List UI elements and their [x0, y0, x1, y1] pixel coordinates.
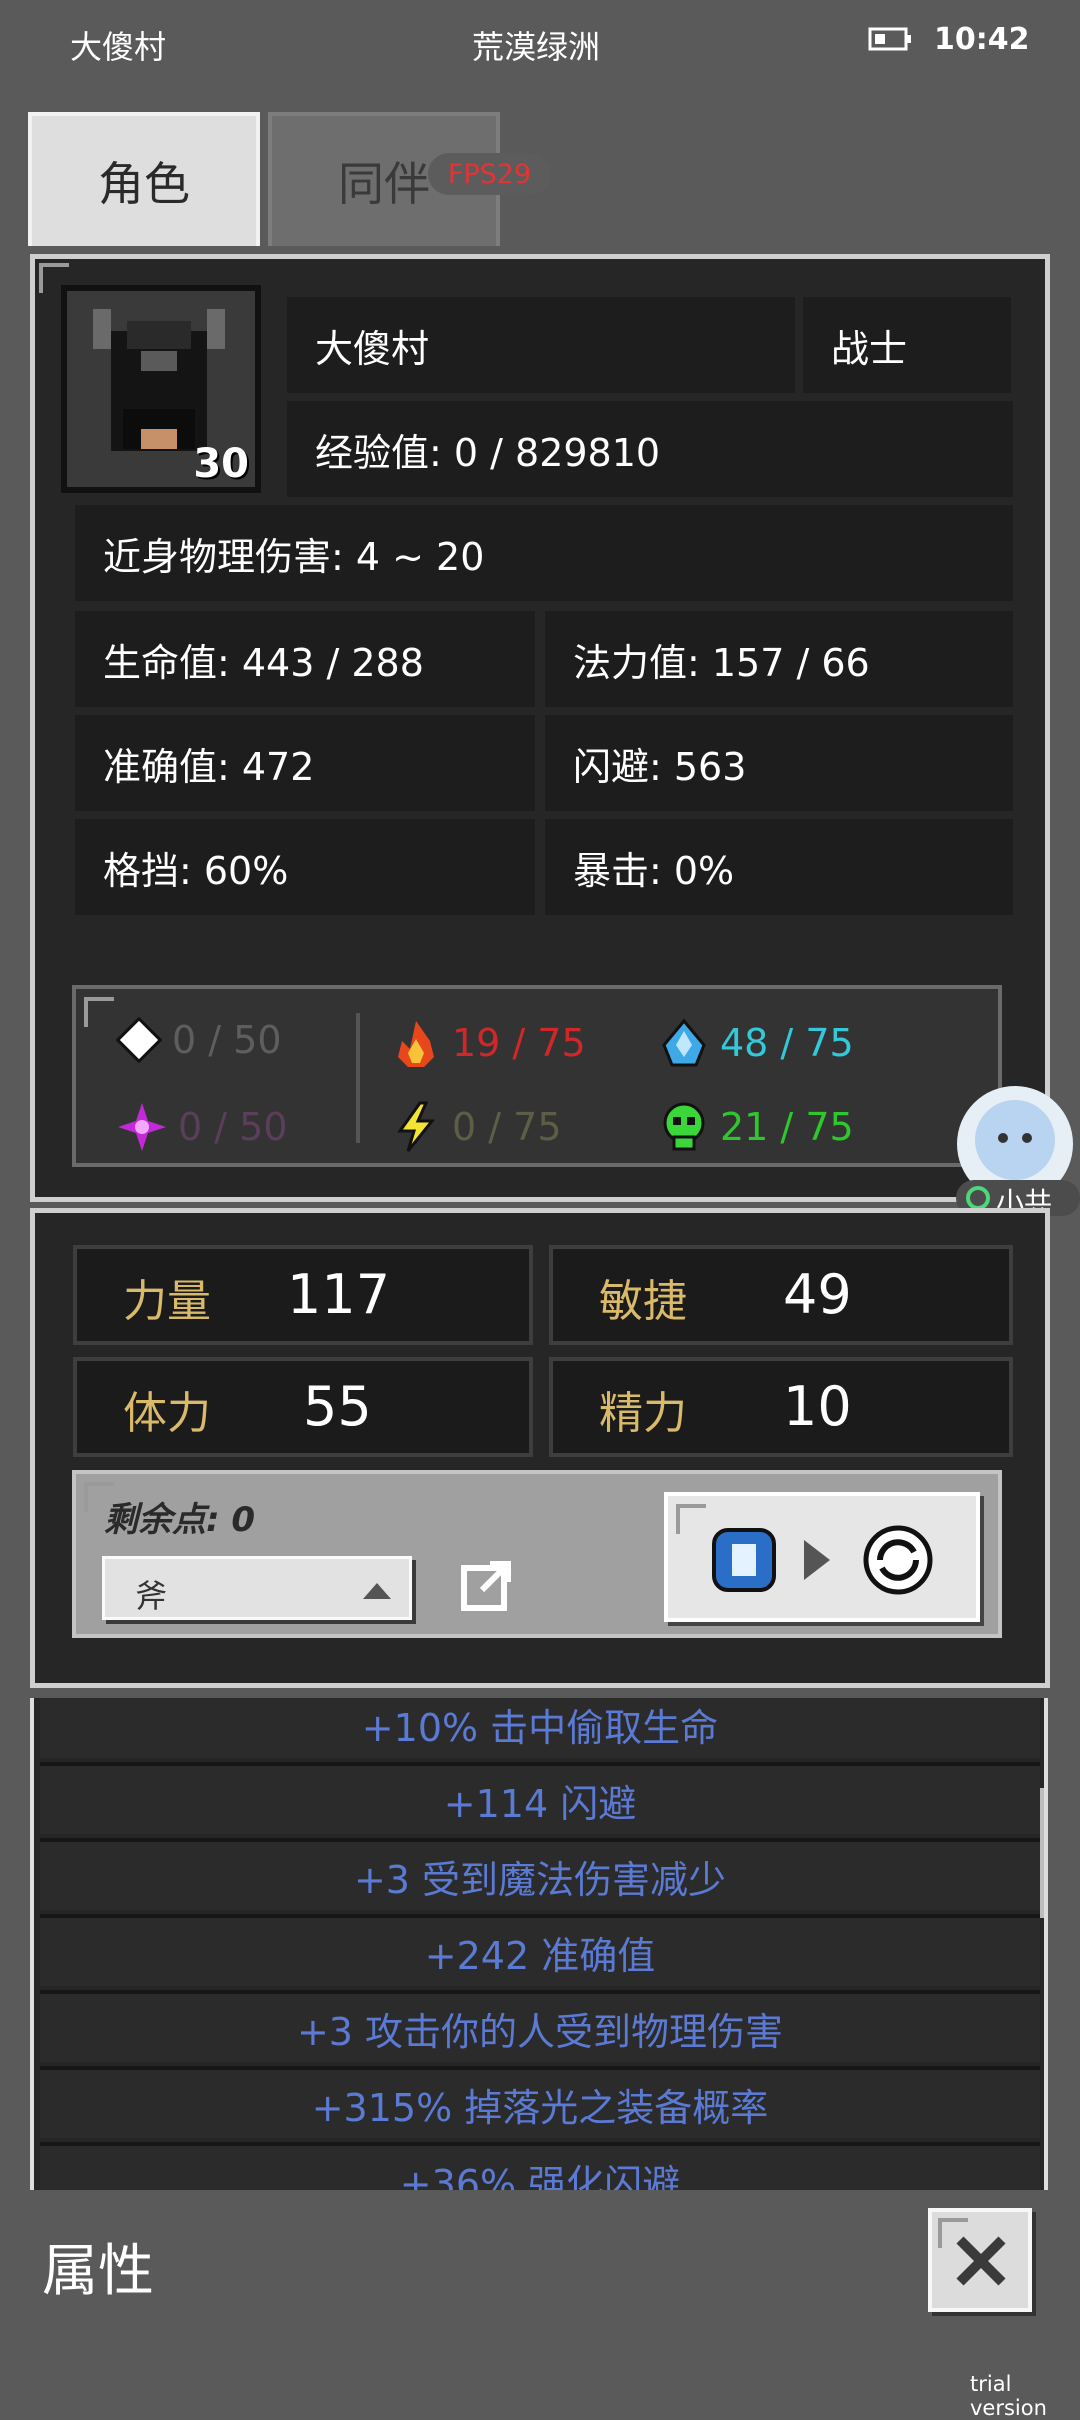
tab-character[interactable]: 角色 [28, 112, 260, 246]
list-item: +242 准确值 [40, 1914, 1040, 1986]
close-button[interactable] [928, 2208, 1032, 2312]
list-scrollbar[interactable] [1040, 1788, 1044, 1918]
accuracy-value: 准确值: 472 [75, 715, 535, 811]
status-bar: 大傻村 荒漠绿洲 10:42 [0, 0, 1080, 90]
character-class: 战士 [803, 297, 1011, 393]
list-item: +315% 掉落光之装备概率 [40, 2066, 1040, 2138]
resist-lightning: 0 / 75 [390, 1101, 562, 1153]
tab-character-label: 角色 [98, 157, 190, 211]
list-item: +3 攻击你的人受到物理伤害 [40, 1990, 1040, 2062]
status-left-text: 大傻村 [70, 28, 167, 66]
mp-value: 法力值: 157 / 66 [545, 611, 1013, 707]
stat-energy: 精力 10 [549, 1357, 1013, 1457]
resist-physical: 0 / 50 [116, 1017, 282, 1063]
resist-fire: 19 / 75 [390, 1017, 586, 1069]
floating-assistant[interactable]: 小共 [800, 1082, 1080, 1219]
reset-icon [712, 1525, 933, 1595]
status-location: 荒漠绿洲 [472, 28, 601, 66]
weapon-select-value: 斧 [135, 1577, 168, 1615]
character-name: 大傻村 [287, 297, 795, 393]
list-item: +36% 强化闪避 [40, 2142, 1040, 2190]
physical-resist-icon [116, 1017, 162, 1063]
stat-agility: 敏捷 49 [549, 1245, 1013, 1345]
resist-arcane: 0 / 50 [116, 1101, 288, 1153]
reset-points-button[interactable] [664, 1492, 980, 1622]
ice-resist-icon [662, 1018, 706, 1067]
list-item: +10% 击中偷取生命 [40, 1698, 1040, 1758]
skill-points-panel: 剩余点: 0 斧 [72, 1470, 1002, 1638]
tab-companion-label: 同伴 [338, 157, 430, 211]
weapon-select[interactable]: 斧 [102, 1556, 412, 1620]
block-value: 格挡: 60% [75, 819, 535, 915]
lightning-resist-icon [397, 1101, 436, 1152]
arcane-resist-icon [118, 1103, 166, 1151]
hp-value: 生命值: 443 / 288 [75, 611, 535, 707]
portrait-level: 30 [193, 441, 249, 487]
remaining-points: 剩余点: 0 [104, 1500, 256, 1540]
stat-strength: 力量 117 [73, 1245, 533, 1345]
trial-watermark: trial version [970, 2372, 1047, 2420]
status-time: 10:42 [934, 22, 1030, 57]
chevron-up-icon [363, 1583, 391, 1599]
list-item: +114 闪避 [40, 1762, 1040, 1834]
resist-ice: 48 / 75 [658, 1017, 854, 1069]
fire-resist-icon [398, 1021, 434, 1067]
melee-damage: 近身物理伤害: 4 ~ 20 [75, 505, 1013, 601]
character-exp: 经验值: 0 / 829810 [287, 401, 1013, 497]
close-icon [956, 2236, 1006, 2286]
character-portrait[interactable]: 30 [61, 285, 261, 493]
fps-badge: FPS29 [428, 153, 551, 195]
page-title: 属性 [42, 2239, 154, 2304]
battery-icon [868, 27, 911, 51]
stat-stamina: 体力 55 [73, 1357, 533, 1457]
crit-value: 暴击: 0% [545, 819, 1013, 915]
list-item: +3 受到魔法伤害减少 [40, 1838, 1040, 1910]
dodge-value: 闪避: 563 [545, 715, 1013, 811]
poison-resist-icon [663, 1102, 705, 1151]
export-icon[interactable] [460, 1558, 514, 1612]
attribute-list[interactable]: +10% 击中偷取生命 +114 闪避 +3 受到魔法伤害减少 +242 准确值… [30, 1698, 1048, 2190]
